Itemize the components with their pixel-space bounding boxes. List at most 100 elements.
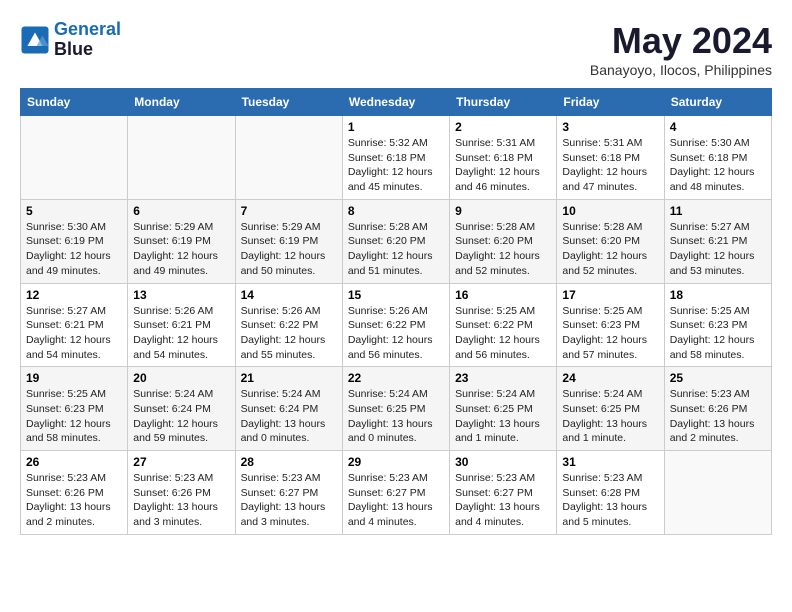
calendar-cell: 12Sunrise: 5:27 AM Sunset: 6:21 PM Dayli… (21, 283, 128, 367)
day-number: 31 (562, 455, 658, 469)
day-info: Sunrise: 5:27 AM Sunset: 6:21 PM Dayligh… (670, 220, 766, 279)
calendar-cell: 9 Sunrise: 5:28 AM Sunset: 6:20 PM Daylig… (450, 199, 557, 283)
day-info: Sunrise: 5:24 AM Sunset: 6:24 PM Dayligh… (133, 387, 229, 446)
calendar-cell: 6Sunrise: 5:29 AM Sunset: 6:19 PM Daylig… (128, 199, 235, 283)
calendar-cell: 8Sunrise: 5:28 AM Sunset: 6:20 PM Daylig… (342, 199, 449, 283)
day-number: 25 (670, 371, 766, 385)
logo-icon (20, 25, 50, 55)
day-info: Sunrise: 5:25 AM Sunset: 6:23 PM Dayligh… (562, 304, 658, 363)
day-number: 10 (562, 204, 658, 218)
month-title: May 2024 (590, 20, 772, 62)
day-number: 26 (26, 455, 122, 469)
calendar-cell (235, 116, 342, 200)
day-info: Sunrise: 5:24 AM Sunset: 6:24 PM Dayligh… (241, 387, 337, 446)
day-number: 29 (348, 455, 444, 469)
day-number: 19 (26, 371, 122, 385)
day-number: 30 (455, 455, 551, 469)
day-number: 14 (241, 288, 337, 302)
calendar-cell: 20 Sunrise: 5:24 AM Sunset: 6:24 PM Dayli… (128, 367, 235, 451)
header-day-wednesday: Wednesday (342, 89, 449, 116)
day-number: 3 (562, 120, 658, 134)
calendar-week-5: 26 Sunrise: 5:23 AM Sunset: 6:26 PM Dayli… (21, 451, 772, 535)
calendar-cell: 23 Sunrise: 5:24 AM Sunset: 6:25 PM Dayli… (450, 367, 557, 451)
calendar-body: 1 Sunrise: 5:32 AM Sunset: 6:18 PM Daylig… (21, 116, 772, 535)
calendar-cell: 3 Sunrise: 5:31 AM Sunset: 6:18 PM Daylig… (557, 116, 664, 200)
calendar-cell: 28 Sunrise: 5:23 AM Sunset: 6:27 PM Dayli… (235, 451, 342, 535)
day-info: Sunrise: 5:30 AM Sunset: 6:18 PM Dayligh… (670, 136, 766, 195)
calendar-cell: 27 Sunrise: 5:23 AM Sunset: 6:26 PM Dayli… (128, 451, 235, 535)
day-info: Sunrise: 5:24 AM Sunset: 6:25 PM Dayligh… (455, 387, 551, 446)
day-number: 23 (455, 371, 551, 385)
day-number: 27 (133, 455, 229, 469)
calendar-cell: 14 Sunrise: 5:26 AM Sunset: 6:22 PM Dayli… (235, 283, 342, 367)
calendar-cell: 21 Sunrise: 5:24 AM Sunset: 6:24 PM Dayli… (235, 367, 342, 451)
day-info: Sunrise: 5:23 AM Sunset: 6:28 PM Dayligh… (562, 471, 658, 530)
calendar-cell (21, 116, 128, 200)
day-info: Sunrise: 5:32 AM Sunset: 6:18 PM Dayligh… (348, 136, 444, 195)
calendar-cell: 19 Sunrise: 5:25 AM Sunset: 6:23 PM Dayli… (21, 367, 128, 451)
day-number: 5 (26, 204, 122, 218)
day-number: 28 (241, 455, 337, 469)
day-info: Sunrise: 5:30 AM Sunset: 6:19 PM Dayligh… (26, 220, 122, 279)
day-info: Sunrise: 5:27 AM Sunset: 6:21 PM Dayligh… (26, 304, 122, 363)
calendar-cell: 31 Sunrise: 5:23 AM Sunset: 6:28 PM Dayli… (557, 451, 664, 535)
calendar-cell: 13 Sunrise: 5:26 AM Sunset: 6:21 PM Dayli… (128, 283, 235, 367)
calendar-week-4: 19 Sunrise: 5:25 AM Sunset: 6:23 PM Dayli… (21, 367, 772, 451)
day-number: 21 (241, 371, 337, 385)
calendar-cell: 11 Sunrise: 5:27 AM Sunset: 6:21 PM Dayli… (664, 199, 771, 283)
calendar-cell (128, 116, 235, 200)
calendar-table: SundayMondayTuesdayWednesdayThursdayFrid… (20, 88, 772, 535)
day-info: Sunrise: 5:23 AM Sunset: 6:27 PM Dayligh… (241, 471, 337, 530)
day-number: 7 (241, 204, 337, 218)
page-header: GeneralBlue May 2024 Banayoyo, Ilocos, P… (20, 20, 772, 78)
calendar-cell: 7 Sunrise: 5:29 AM Sunset: 6:19 PM Daylig… (235, 199, 342, 283)
day-info: Sunrise: 5:31 AM Sunset: 6:18 PM Dayligh… (562, 136, 658, 195)
header-day-friday: Friday (557, 89, 664, 116)
calendar-cell: 29 Sunrise: 5:23 AM Sunset: 6:27 PM Dayli… (342, 451, 449, 535)
calendar-cell: 2 Sunrise: 5:31 AM Sunset: 6:18 PM Daylig… (450, 116, 557, 200)
day-info: Sunrise: 5:28 AM Sunset: 6:20 PM Dayligh… (455, 220, 551, 279)
calendar-week-3: 12Sunrise: 5:27 AM Sunset: 6:21 PM Dayli… (21, 283, 772, 367)
day-info: Sunrise: 5:23 AM Sunset: 6:26 PM Dayligh… (133, 471, 229, 530)
header-day-tuesday: Tuesday (235, 89, 342, 116)
day-info: Sunrise: 5:29 AM Sunset: 6:19 PM Dayligh… (241, 220, 337, 279)
title-block: May 2024 Banayoyo, Ilocos, Philippines (590, 20, 772, 78)
calendar-cell: 18Sunrise: 5:25 AM Sunset: 6:23 PM Dayli… (664, 283, 771, 367)
header-day-sunday: Sunday (21, 89, 128, 116)
calendar-week-2: 5 Sunrise: 5:30 AM Sunset: 6:19 PM Daylig… (21, 199, 772, 283)
day-number: 1 (348, 120, 444, 134)
day-info: Sunrise: 5:31 AM Sunset: 6:18 PM Dayligh… (455, 136, 551, 195)
day-number: 4 (670, 120, 766, 134)
day-info: Sunrise: 5:23 AM Sunset: 6:26 PM Dayligh… (26, 471, 122, 530)
header-day-saturday: Saturday (664, 89, 771, 116)
day-number: 9 (455, 204, 551, 218)
day-info: Sunrise: 5:26 AM Sunset: 6:21 PM Dayligh… (133, 304, 229, 363)
day-info: Sunrise: 5:23 AM Sunset: 6:26 PM Dayligh… (670, 387, 766, 446)
day-number: 11 (670, 204, 766, 218)
day-info: Sunrise: 5:28 AM Sunset: 6:20 PM Dayligh… (562, 220, 658, 279)
calendar-cell: 16Sunrise: 5:25 AM Sunset: 6:22 PM Dayli… (450, 283, 557, 367)
calendar-cell: 1 Sunrise: 5:32 AM Sunset: 6:18 PM Daylig… (342, 116, 449, 200)
calendar-cell: 30Sunrise: 5:23 AM Sunset: 6:27 PM Dayli… (450, 451, 557, 535)
calendar-cell: 24Sunrise: 5:24 AM Sunset: 6:25 PM Dayli… (557, 367, 664, 451)
calendar-cell (664, 451, 771, 535)
calendar-cell: 10 Sunrise: 5:28 AM Sunset: 6:20 PM Dayli… (557, 199, 664, 283)
calendar-cell: 26 Sunrise: 5:23 AM Sunset: 6:26 PM Dayli… (21, 451, 128, 535)
day-number: 24 (562, 371, 658, 385)
day-info: Sunrise: 5:23 AM Sunset: 6:27 PM Dayligh… (348, 471, 444, 530)
day-info: Sunrise: 5:26 AM Sunset: 6:22 PM Dayligh… (241, 304, 337, 363)
day-number: 22 (348, 371, 444, 385)
day-info: Sunrise: 5:29 AM Sunset: 6:19 PM Dayligh… (133, 220, 229, 279)
day-info: Sunrise: 5:25 AM Sunset: 6:23 PM Dayligh… (26, 387, 122, 446)
day-number: 20 (133, 371, 229, 385)
calendar-week-1: 1 Sunrise: 5:32 AM Sunset: 6:18 PM Daylig… (21, 116, 772, 200)
day-number: 16 (455, 288, 551, 302)
calendar-header-row: SundayMondayTuesdayWednesdayThursdayFrid… (21, 89, 772, 116)
day-info: Sunrise: 5:24 AM Sunset: 6:25 PM Dayligh… (348, 387, 444, 446)
day-number: 2 (455, 120, 551, 134)
day-number: 15 (348, 288, 444, 302)
location-subtitle: Banayoyo, Ilocos, Philippines (590, 62, 772, 78)
header-day-thursday: Thursday (450, 89, 557, 116)
day-number: 13 (133, 288, 229, 302)
day-info: Sunrise: 5:26 AM Sunset: 6:22 PM Dayligh… (348, 304, 444, 363)
